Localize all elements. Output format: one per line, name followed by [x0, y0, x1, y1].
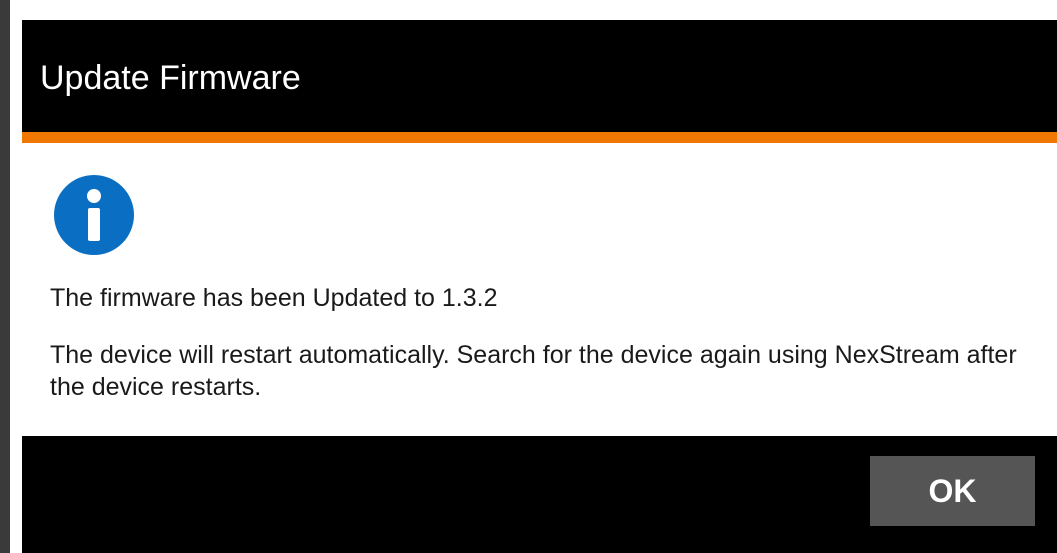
info-icon — [54, 175, 134, 255]
dialog-footer: OK — [22, 436, 1057, 553]
dialog-title: Update Firmware — [40, 59, 301, 97]
window-top-border — [10, 0, 1057, 8]
firmware-version-message: The firmware has been Updated to 1.3.2 — [50, 284, 498, 312]
background-window-edge — [0, 0, 10, 553]
window-border — [10, 0, 12, 553]
update-firmware-dialog: Update Firmware The firmware has been Up… — [22, 20, 1057, 553]
dialog-header: Update Firmware — [22, 20, 1057, 132]
restart-instructions-message: The device will restart automatically. S… — [50, 341, 1017, 401]
screen-frame: Update Firmware The firmware has been Up… — [0, 0, 1057, 553]
ok-button[interactable]: OK — [870, 456, 1035, 526]
header-accent-bar — [22, 132, 1057, 143]
